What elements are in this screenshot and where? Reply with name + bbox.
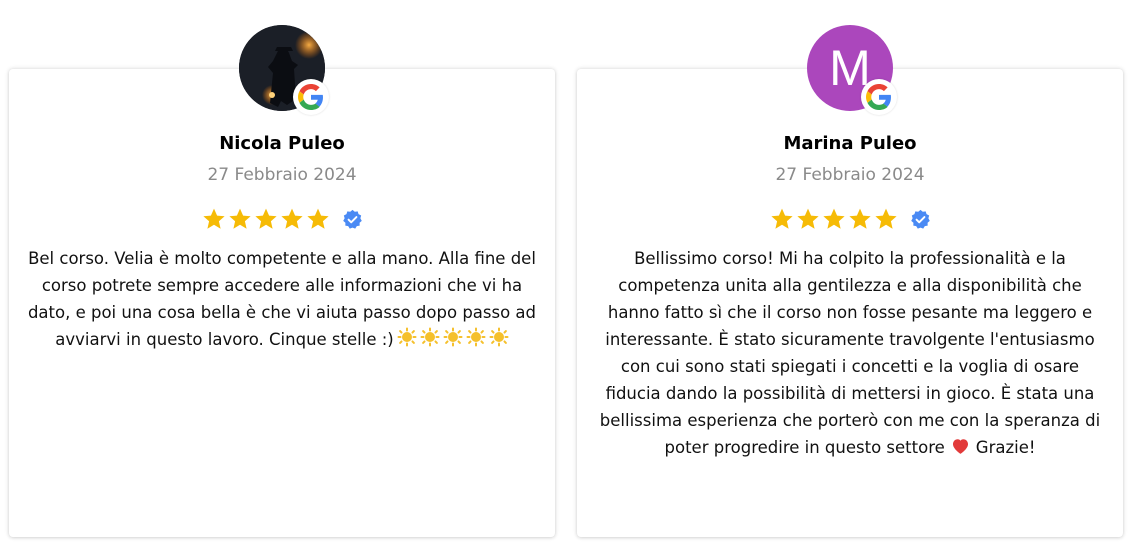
star-icon — [202, 208, 225, 229]
verified-badge-icon — [342, 209, 362, 229]
reviewer-avatar: M — [807, 25, 897, 115]
star-icon — [770, 208, 793, 229]
sun-emoji-icon — [443, 327, 463, 347]
review-text-body: Bellissimo corso! Mi ha colpito la profe… — [599, 249, 1101, 457]
star-rating — [577, 207, 1123, 231]
verified-badge-icon — [910, 209, 930, 229]
google-logo-icon — [861, 79, 897, 115]
review-date: 27 Febbraio 2024 — [207, 165, 357, 185]
review-text-end: Grazie! — [975, 438, 1036, 457]
review-date: 27 Febbraio 2024 — [775, 165, 925, 185]
review-card: Nicola Puleo 27 Febbraio 2024 Bel corso.… — [9, 69, 555, 537]
star-icon — [306, 208, 329, 229]
sun-emoji-icon — [397, 327, 417, 347]
star-icon — [280, 208, 303, 229]
star-icon — [848, 208, 871, 229]
star-icon — [254, 208, 277, 229]
reviewer-name: Marina Puleo — [783, 133, 917, 154]
sun-emoji-icon — [466, 327, 486, 347]
heart-emoji-icon — [952, 439, 968, 454]
reviews-widget: Nicola Puleo 27 Febbraio 2024 Bel corso.… — [0, 0, 1131, 545]
review-text: Bellissimo corso! Mi ha colpito la profe… — [595, 245, 1105, 461]
reviewer-name: Nicola Puleo — [219, 133, 345, 154]
sun-emoji-icon — [489, 327, 509, 347]
review-card: Marina Puleo 27 Febbraio 2024 Bellissimo… — [577, 69, 1123, 537]
review-text: Bel corso. Velia è molto competente e al… — [27, 245, 537, 353]
sun-emoji-icon — [420, 327, 440, 347]
star-icon — [796, 208, 819, 229]
star-icon — [874, 208, 897, 229]
reviewer-avatar — [239, 25, 329, 115]
star-icon — [228, 208, 251, 229]
star-icon — [822, 208, 845, 229]
star-rating — [9, 207, 555, 231]
google-logo-icon — [293, 79, 329, 115]
